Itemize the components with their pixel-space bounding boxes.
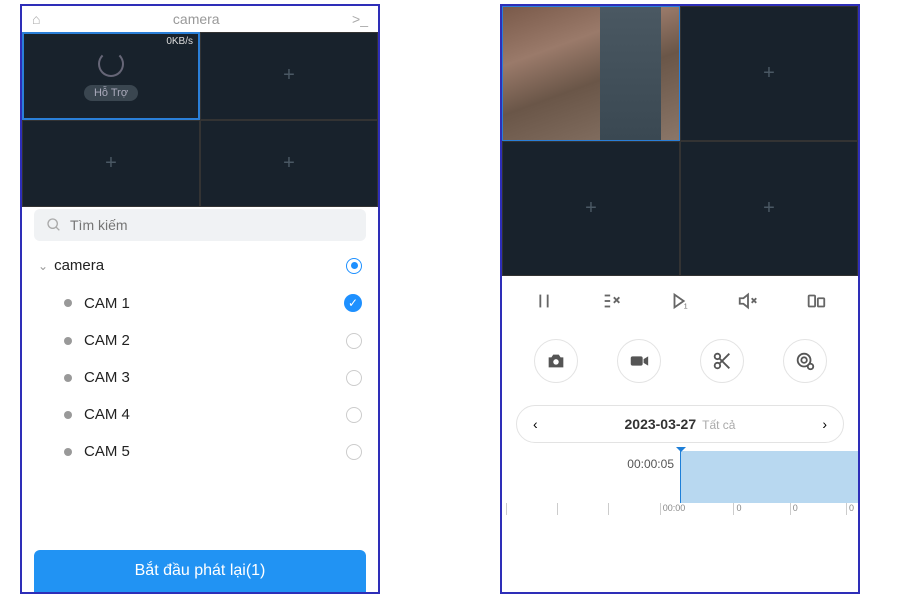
- item-radio[interactable]: [346, 333, 362, 349]
- item-radio[interactable]: [346, 407, 362, 423]
- grid-cell-1[interactable]: CAM 1 0KB/s: [502, 6, 680, 141]
- group-label: camera: [54, 257, 104, 274]
- camera-item[interactable]: CAM 5: [34, 433, 366, 470]
- item-radio[interactable]: [346, 444, 362, 460]
- left-phone: ⌂ camera >_ 0KB/s Hỗ Trợ + + + ⌄ camera …: [20, 4, 380, 594]
- next-day-button[interactable]: ›: [822, 416, 827, 432]
- support-badge: Hỗ Trợ: [84, 85, 138, 101]
- camera-item[interactable]: CAM 4: [34, 396, 366, 433]
- close-stream-button[interactable]: [601, 290, 623, 317]
- add-icon: +: [763, 197, 775, 220]
- date-label: 2023-03-27Tất cả: [538, 416, 823, 432]
- camera-item[interactable]: CAM 3: [34, 359, 366, 396]
- playback-controls: 1: [502, 276, 858, 331]
- grid-cell-3[interactable]: +: [22, 120, 200, 208]
- step-forward-button[interactable]: 1: [669, 290, 691, 317]
- clip-button[interactable]: [700, 339, 744, 383]
- timeline[interactable]: 00:00:05 00:00 000: [502, 451, 858, 521]
- camera-feed: [503, 7, 679, 140]
- status-dot: [64, 299, 72, 307]
- camera-group-row[interactable]: ⌄ camera: [34, 247, 366, 284]
- status-dot: [64, 374, 72, 382]
- check-icon[interactable]: ✓: [344, 294, 362, 312]
- grid-cell-2[interactable]: +: [200, 32, 378, 120]
- status-dot: [64, 337, 72, 345]
- camera-grid: 0KB/s Hỗ Trợ + + +: [22, 32, 378, 207]
- search-icon: [46, 217, 62, 233]
- home-icon[interactable]: ⌂: [32, 11, 40, 27]
- group-radio[interactable]: [346, 258, 362, 274]
- grid-cell-1[interactable]: 0KB/s Hỗ Trợ: [22, 32, 200, 120]
- add-icon: +: [763, 62, 775, 85]
- date-picker[interactable]: ‹ 2023-03-27Tất cả ›: [516, 405, 844, 443]
- fisheye-button[interactable]: [783, 339, 827, 383]
- loading-icon: [98, 51, 124, 77]
- app-header: ⌂ camera >_: [22, 6, 378, 32]
- record-button[interactable]: [617, 339, 661, 383]
- snapshot-button[interactable]: [534, 339, 578, 383]
- grid-cell-4[interactable]: +: [680, 141, 858, 276]
- status-dot: [64, 411, 72, 419]
- start-playback-button[interactable]: Bắt đầu phát lại(1): [34, 550, 366, 592]
- add-icon: +: [105, 152, 117, 175]
- playback-grid: CAM 1 0KB/s + + +: [502, 6, 858, 276]
- pause-button[interactable]: [533, 290, 555, 317]
- camera-item[interactable]: CAM 2: [34, 322, 366, 359]
- add-icon: +: [283, 152, 295, 175]
- svg-text:1: 1: [684, 301, 688, 310]
- search-field[interactable]: [34, 209, 366, 241]
- grid-cell-2[interactable]: +: [680, 6, 858, 141]
- status-dot: [64, 448, 72, 456]
- action-row: [502, 331, 858, 391]
- chevron-down-icon: ⌄: [38, 259, 48, 273]
- timeline-time: 00:00:05: [627, 457, 680, 471]
- add-icon: +: [585, 197, 597, 220]
- rotate-button[interactable]: [805, 290, 827, 317]
- terminal-icon[interactable]: >_: [352, 11, 368, 27]
- search-input[interactable]: [70, 217, 354, 233]
- mute-button[interactable]: [737, 290, 759, 317]
- bandwidth-label: 0KB/s: [166, 36, 193, 47]
- timeline-fill: [680, 451, 858, 503]
- right-phone: CAM 1 0KB/s + + + 1 ‹ 2023-03-27Tất cả ›…: [500, 4, 860, 594]
- item-radio[interactable]: [346, 370, 362, 386]
- grid-cell-3[interactable]: +: [502, 141, 680, 276]
- timeline-cursor[interactable]: [680, 451, 681, 503]
- grid-cell-4[interactable]: +: [200, 120, 378, 208]
- add-icon: +: [283, 64, 295, 87]
- camera-item[interactable]: CAM 1✓: [34, 284, 366, 322]
- timeline-ticks: 00:00 000: [502, 503, 858, 521]
- camera-picker-sheet: ⌄ camera CAM 1✓ CAM 2 CAM 3 CAM 4 CAM 5 …: [22, 197, 378, 592]
- header-title: camera: [40, 11, 352, 27]
